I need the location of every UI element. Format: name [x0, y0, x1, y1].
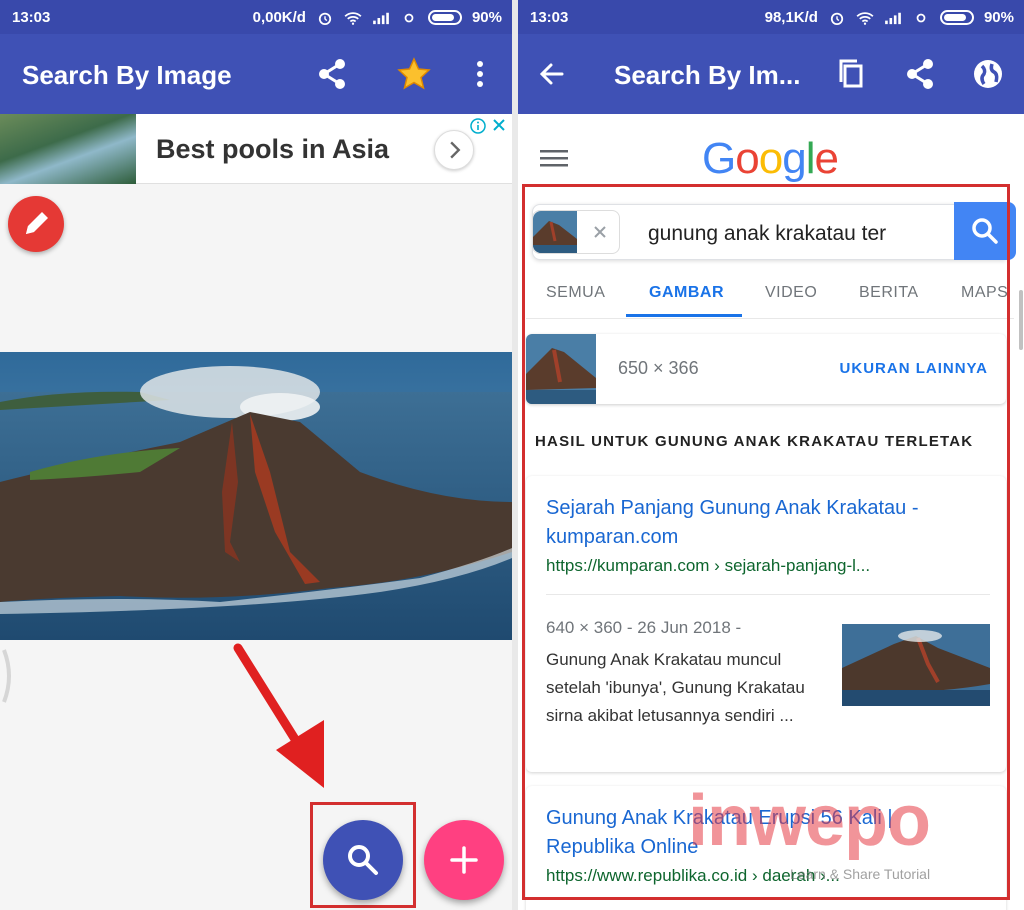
red-arrow-annotation-icon	[233, 643, 324, 788]
google-logo-letter: g	[782, 134, 807, 183]
alarm-icon	[830, 12, 844, 25]
selected-volcano-image	[0, 352, 512, 640]
copy-icon[interactable]	[834, 56, 870, 92]
prev-image-edge[interactable]	[0, 648, 16, 704]
app-bar: Search By Im...	[518, 34, 1024, 114]
app-bar: Search By Image	[0, 34, 512, 114]
search-by-image-app-screen: 13:03 0,00K/d 90% Search By Image Best p…	[0, 0, 512, 910]
search-icon	[348, 845, 378, 875]
google-logo-letter: e	[814, 134, 839, 183]
hamburger-menu-icon[interactable]	[540, 148, 568, 168]
ad-title: Best pools in Asia	[156, 134, 390, 164]
ad-open-button[interactable]	[434, 130, 474, 170]
settings-small-icon	[916, 13, 926, 22]
status-bar: 13:03 0,00K/d 90%	[0, 0, 512, 34]
ad-close-icon[interactable]	[490, 116, 508, 134]
wifi-icon	[856, 11, 874, 25]
google-results-screen: 13:03 98,1K/d 90% Search By Im... Google	[518, 0, 1024, 910]
ad-info-icon[interactable]	[470, 118, 486, 134]
watermark-logo: inwepo	[688, 781, 931, 861]
edit-button[interactable]	[8, 196, 64, 252]
google-logo-letter: o	[735, 134, 760, 183]
screenshot-composite: 13:03 0,00K/d 90% Search By Image Best p…	[0, 0, 1024, 910]
plus-icon	[450, 846, 478, 874]
search-image-button[interactable]	[323, 820, 403, 900]
signal-icon	[885, 12, 901, 24]
battery-icon	[427, 10, 462, 25]
watermark-tagline: Learn & Share Tutorial	[790, 866, 931, 882]
alarm-icon	[318, 12, 332, 25]
google-logo-letter: o	[758, 134, 784, 183]
chevron-right-icon	[450, 141, 461, 159]
wifi-icon	[344, 11, 362, 25]
app-title: Search By Image	[22, 60, 232, 90]
more-options-icon[interactable]	[462, 56, 498, 92]
share-icon[interactable]	[902, 56, 938, 92]
back-arrow-icon[interactable]	[534, 56, 570, 92]
signal-icon	[373, 12, 389, 24]
app-title: Search By Im...	[614, 60, 801, 90]
battery-icon	[939, 10, 974, 25]
ad-image	[0, 114, 136, 184]
ad-banner[interactable]: Best pools in Asia	[0, 114, 512, 184]
battery-percent: 90%	[983, 9, 1014, 26]
globe-browser-icon[interactable]	[970, 56, 1006, 92]
star-favorite-icon[interactable]	[396, 56, 432, 92]
pencil-icon	[26, 212, 48, 234]
status-time: 13:03	[530, 9, 569, 26]
settings-small-icon	[404, 13, 414, 22]
page-scrollbar[interactable]	[1019, 290, 1023, 350]
status-time: 13:03	[12, 9, 51, 26]
status-icons: 98,1K/d 90%	[765, 9, 1014, 26]
network-speed: 0,00K/d	[252, 9, 306, 26]
add-image-button[interactable]	[424, 820, 504, 900]
status-bar: 13:03 98,1K/d 90%	[518, 0, 1024, 34]
google-logo[interactable]: Google	[702, 134, 839, 184]
battery-percent: 90%	[471, 9, 502, 26]
share-icon[interactable]	[314, 56, 350, 92]
status-icons: 0,00K/d 90%	[253, 9, 502, 26]
google-logo-letter: G	[702, 134, 736, 183]
network-speed: 98,1K/d	[764, 9, 818, 26]
